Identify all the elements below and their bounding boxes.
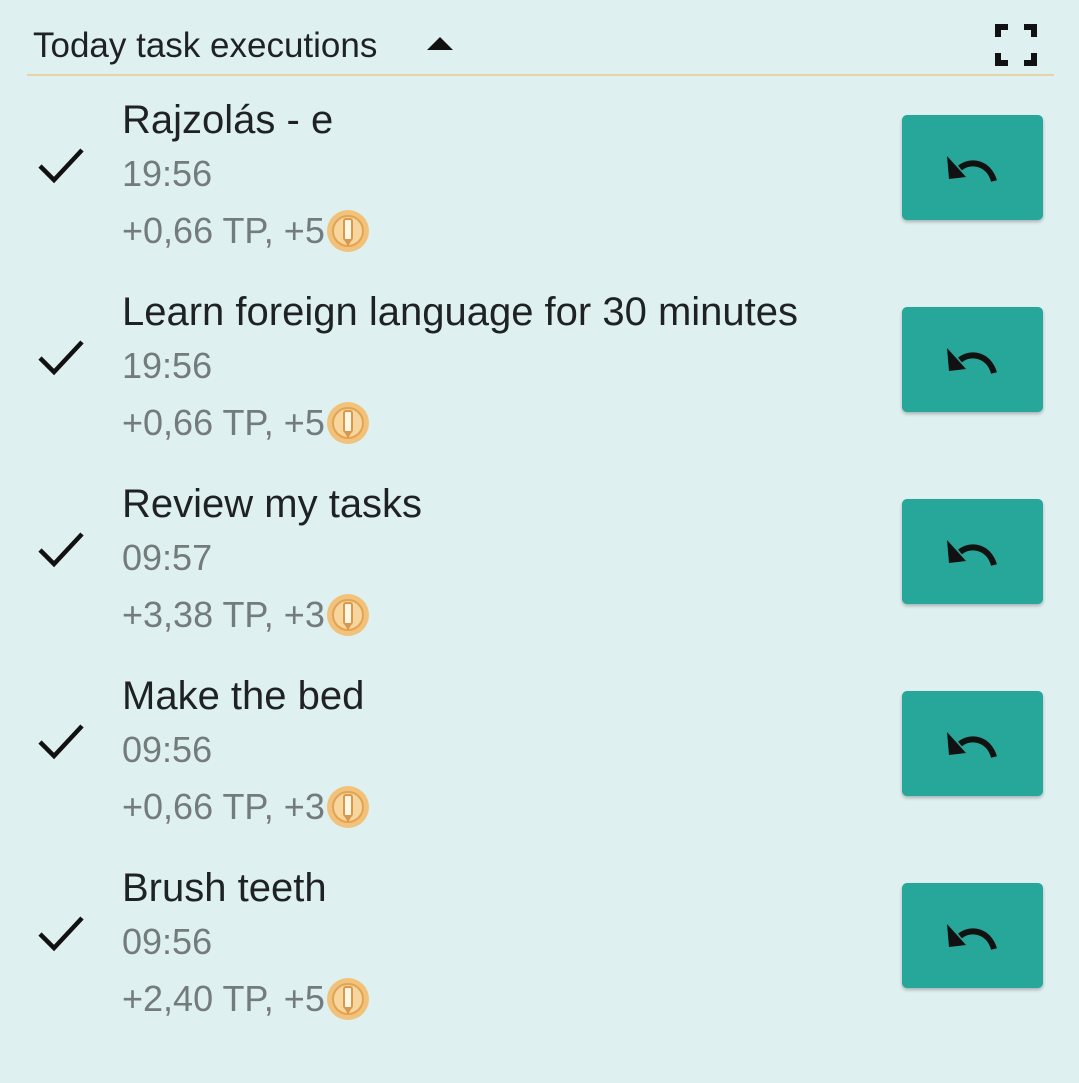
undo-button[interactable] (902, 115, 1043, 220)
undo-icon (944, 341, 1002, 377)
list-item: Brush teeth 09:56 +2,40 TP, +5 (0, 865, 1079, 1057)
task-reward: +0,66 TP, +3 (122, 785, 370, 829)
undo-button[interactable] (902, 883, 1043, 988)
fullscreen-button[interactable] (995, 24, 1037, 66)
coin-icon (326, 401, 370, 445)
reward-text: +3,38 TP, +3 (122, 594, 325, 635)
task-reward: +0,66 TP, +5 (122, 401, 370, 445)
undo-button[interactable] (902, 499, 1043, 604)
list-item: Rajzolás - e 19:56 +0,66 TP, +5 (0, 97, 1079, 289)
check-icon (37, 337, 85, 377)
task-time: 09:56 (122, 921, 213, 962)
list-item: Review my tasks 09:57 +3,38 TP, +3 (0, 481, 1079, 673)
check-icon (37, 913, 85, 953)
list-item: Learn foreign language for 30 minutes 19… (0, 289, 1079, 481)
task-time: 09:56 (122, 729, 213, 770)
coin-icon (326, 785, 370, 829)
task-title: Brush teeth (122, 866, 327, 910)
check-icon (37, 145, 85, 185)
caret-up-icon[interactable] (427, 37, 453, 50)
task-time: 09:57 (122, 537, 213, 578)
reward-text: +0,66 TP, +3 (122, 786, 325, 827)
task-time: 19:56 (122, 153, 213, 194)
task-title: Review my tasks (122, 482, 423, 526)
task-reward: +0,66 TP, +5 (122, 209, 370, 253)
coin-icon (326, 209, 370, 253)
reward-text: +0,66 TP, +5 (122, 402, 325, 443)
coin-icon (326, 977, 370, 1021)
coin-icon (326, 593, 370, 637)
undo-button[interactable] (902, 691, 1043, 796)
task-reward: +2,40 TP, +5 (122, 977, 370, 1021)
list-item: Make the bed 09:56 +0,66 TP, +3 (0, 673, 1079, 865)
undo-button[interactable] (902, 307, 1043, 412)
undo-icon (944, 533, 1002, 569)
section-header[interactable]: Today task executions (27, 0, 1054, 76)
reward-text: +0,66 TP, +5 (122, 210, 325, 251)
fullscreen-icon (995, 24, 1037, 66)
undo-icon (944, 725, 1002, 761)
task-title: Make the bed (122, 674, 365, 718)
task-time: 19:56 (122, 345, 213, 386)
task-title: Learn foreign language for 30 minutes (122, 290, 799, 334)
check-icon (37, 721, 85, 761)
reward-text: +2,40 TP, +5 (122, 978, 325, 1019)
task-title: Rajzolás - e (122, 98, 334, 142)
section-title[interactable]: Today task executions (33, 26, 377, 66)
undo-icon (944, 917, 1002, 953)
check-icon (37, 529, 85, 569)
undo-icon (944, 149, 1002, 185)
task-reward: +3,38 TP, +3 (122, 593, 370, 637)
